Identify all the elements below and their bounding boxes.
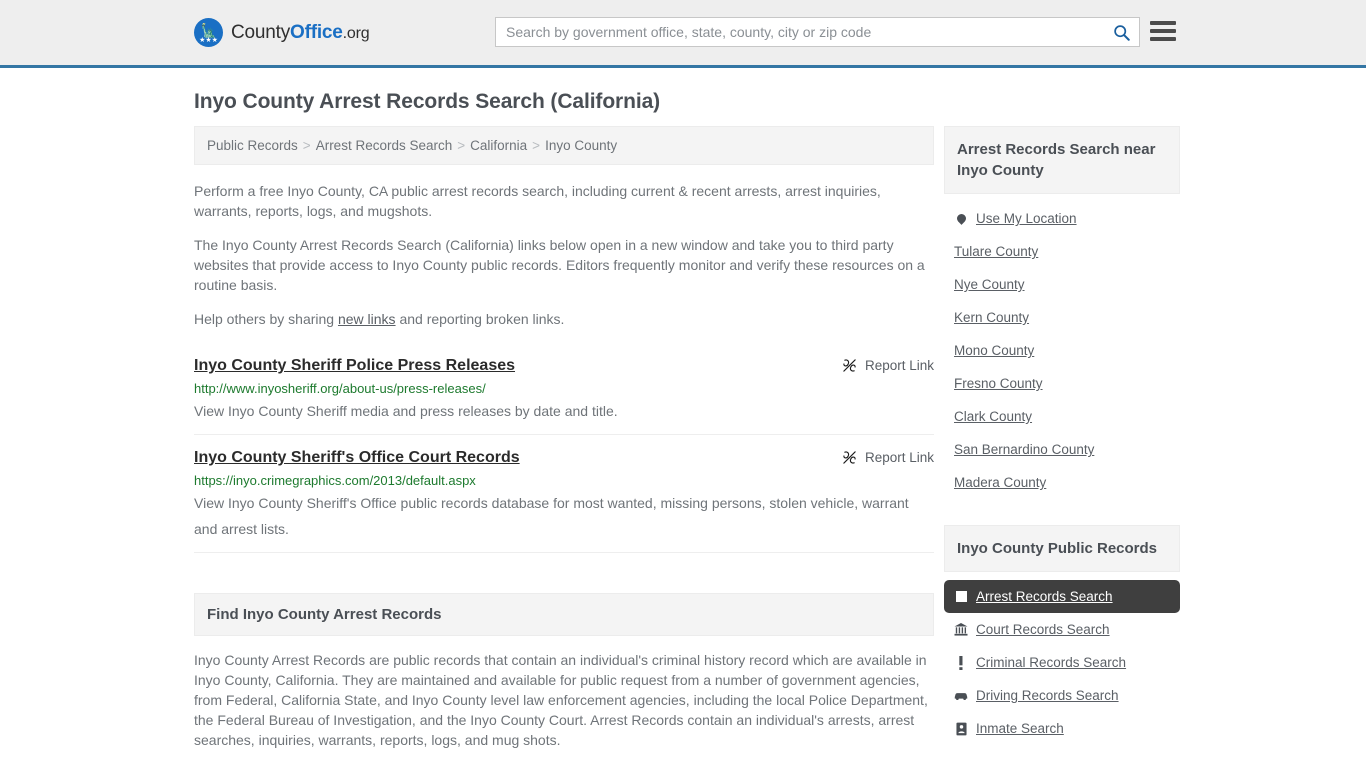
sidebar-item-clark-county[interactable]: Clark County	[944, 400, 1180, 433]
share-text-after: and reporting broken links.	[395, 311, 565, 327]
new-links-link[interactable]: new links	[338, 311, 396, 327]
report-link-label: Report Link	[864, 358, 934, 373]
sidebar-item-inmate-search[interactable]: Inmate Search	[944, 712, 1180, 745]
result-description: View Inyo County Sheriff media and press…	[194, 403, 618, 419]
result-header: Inyo County Sheriff's Office Court Recor…	[194, 449, 934, 467]
sidebar-item-label[interactable]: Clark County	[954, 409, 1032, 424]
sidebar-item-label[interactable]: Nye County	[954, 277, 1025, 292]
report-link-button[interactable]: Report Link	[842, 450, 934, 465]
result-url: http://www.inyosheriff.org/about-us/pres…	[194, 381, 486, 396]
sidebar-item-driving-records-search[interactable]: Driving Records Search	[944, 679, 1180, 712]
main-column: Public Records > Arrest Records Search > Cal…	[194, 126, 934, 768]
sidebar-item-tulare-county[interactable]: Tulare County	[944, 235, 1180, 268]
broken-link-icon	[843, 359, 856, 372]
hamburger-bar-2	[1150, 29, 1176, 33]
sidebar-item-fresno-county[interactable]: Fresno County	[944, 367, 1180, 400]
breadcrumb-separator: >	[532, 138, 541, 153]
nearby-panel-heading: Arrest Records Search near Inyo County	[944, 126, 1180, 194]
arrest-records-icon	[954, 591, 968, 602]
map-pin-icon	[954, 212, 968, 225]
nearby-county-list: Use My Location Tulare County Nye County…	[944, 194, 1180, 499]
page-title: Inyo County Arrest Records Search (Calif…	[194, 90, 661, 113]
breadcrumb-item-california[interactable]: California	[470, 138, 527, 153]
sidebar-item-label[interactable]: San Bernardino County	[954, 442, 1094, 457]
public-records-list: Arrest Records Search Court Records Sear…	[944, 572, 1180, 745]
sidebar-item-label[interactable]: Madera County	[954, 475, 1046, 490]
hamburger-menu-icon[interactable]	[1150, 18, 1176, 44]
courthouse-icon	[954, 623, 968, 636]
sidebar-item-criminal-records-search[interactable]: Criminal Records Search	[944, 646, 1180, 679]
broken-link-icon	[843, 451, 856, 464]
find-records-body: Inyo County Arrest Records are public re…	[194, 636, 934, 768]
breadcrumb-separator: >	[302, 138, 311, 153]
sidebar-item-label[interactable]: Driving Records Search	[976, 688, 1119, 703]
sidebar-item-label[interactable]: Court Records Search	[976, 622, 1110, 637]
page-body: Inyo County Arrest Records Search (Calif…	[0, 90, 1366, 768]
breadcrumb-item-public-records[interactable]: Public Records	[207, 138, 298, 153]
logo-text-office: Office	[290, 21, 343, 43]
result-title-link[interactable]: Inyo County Sheriff's Office Court Recor…	[194, 449, 520, 467]
sidebar-item-court-records-search[interactable]: Court Records Search	[944, 613, 1180, 646]
id-badge-icon	[954, 722, 968, 736]
eagle-seal-icon: 🗽 ★★★	[194, 18, 223, 47]
sidebar-item-kern-county[interactable]: Kern County	[944, 301, 1180, 334]
sidebar-item-label[interactable]: Inmate Search	[976, 721, 1064, 736]
intro-paragraph-1: Perform a free Inyo County, CA public ar…	[194, 183, 881, 219]
logo-text: CountyOffice.org	[231, 21, 370, 44]
intro-paragraph-2: The Inyo County Arrest Records Search (C…	[194, 237, 925, 293]
hamburger-bar-3	[1150, 37, 1176, 41]
result-item: Inyo County Sheriff Police Press Release…	[194, 343, 934, 435]
logo-text-county: County	[231, 21, 291, 43]
sidebar-item-label[interactable]: Tulare County	[954, 244, 1038, 259]
exclamation-icon	[954, 655, 968, 670]
result-item: Inyo County Sheriff's Office Court Recor…	[194, 435, 934, 553]
site-header: 🗽 ★★★ CountyOffice.org	[0, 0, 1366, 68]
sidebar-item-madera-county[interactable]: Madera County	[944, 466, 1180, 499]
content-row: Public Records > Arrest Records Search > Cal…	[194, 126, 1180, 768]
breadcrumb-item-arrest-records-search[interactable]: Arrest Records Search	[316, 138, 453, 153]
sidebar-item-san-bernardino-county[interactable]: San Bernardino County	[944, 433, 1180, 466]
logo-text-org: .org	[342, 24, 370, 42]
sidebar-item-use-my-location[interactable]: Use My Location	[944, 202, 1180, 235]
site-logo[interactable]: 🗽 ★★★ CountyOffice.org	[194, 18, 370, 47]
search-icon	[1113, 24, 1130, 41]
find-records-heading: Find Inyo County Arrest Records	[194, 593, 934, 636]
public-records-panel-heading: Inyo County Public Records	[944, 525, 1180, 572]
hamburger-bar-1	[1150, 21, 1176, 25]
breadcrumb: Public Records > Arrest Records Search > Cal…	[194, 126, 934, 165]
car-icon	[954, 690, 968, 701]
report-link-button[interactable]: Report Link	[842, 358, 934, 373]
find-records-paragraph: Inyo County Arrest Records are public re…	[194, 652, 928, 748]
share-text-before: Help others by sharing	[194, 311, 338, 327]
sidebar-item-label[interactable]: Fresno County	[954, 376, 1043, 391]
search-button[interactable]	[1103, 18, 1139, 46]
breadcrumb-item-inyo-county[interactable]: Inyo County	[545, 138, 617, 153]
sidebar-item-label[interactable]: Criminal Records Search	[976, 655, 1126, 670]
sidebar: Arrest Records Search near Inyo County U…	[944, 126, 1180, 768]
result-description: View Inyo County Sheriff's Office public…	[194, 495, 909, 537]
sidebar-item-label[interactable]: Mono County	[954, 343, 1034, 358]
report-link-label: Report Link	[864, 450, 934, 465]
sidebar-item-nye-county[interactable]: Nye County	[944, 268, 1180, 301]
sidebar-item-label[interactable]: Kern County	[954, 310, 1029, 325]
sidebar-item-arrest-records-search[interactable]: Arrest Records Search	[944, 580, 1180, 613]
search-input[interactable]	[496, 19, 1103, 45]
sidebar-item-mono-county[interactable]: Mono County	[944, 334, 1180, 367]
result-title-link[interactable]: Inyo County Sheriff Police Press Release…	[194, 357, 515, 375]
intro-paragraph-3: Help others by sharing new links and rep…	[194, 309, 934, 329]
breadcrumb-separator: >	[457, 138, 466, 153]
search-bar[interactable]	[495, 17, 1140, 47]
result-url: https://inyo.crimegraphics.com/2013/defa…	[194, 473, 476, 488]
sidebar-item-label[interactable]: Use My Location	[976, 211, 1077, 226]
sidebar-item-label[interactable]: Arrest Records Search	[976, 589, 1113, 604]
result-header: Inyo County Sheriff Police Press Release…	[194, 357, 934, 375]
